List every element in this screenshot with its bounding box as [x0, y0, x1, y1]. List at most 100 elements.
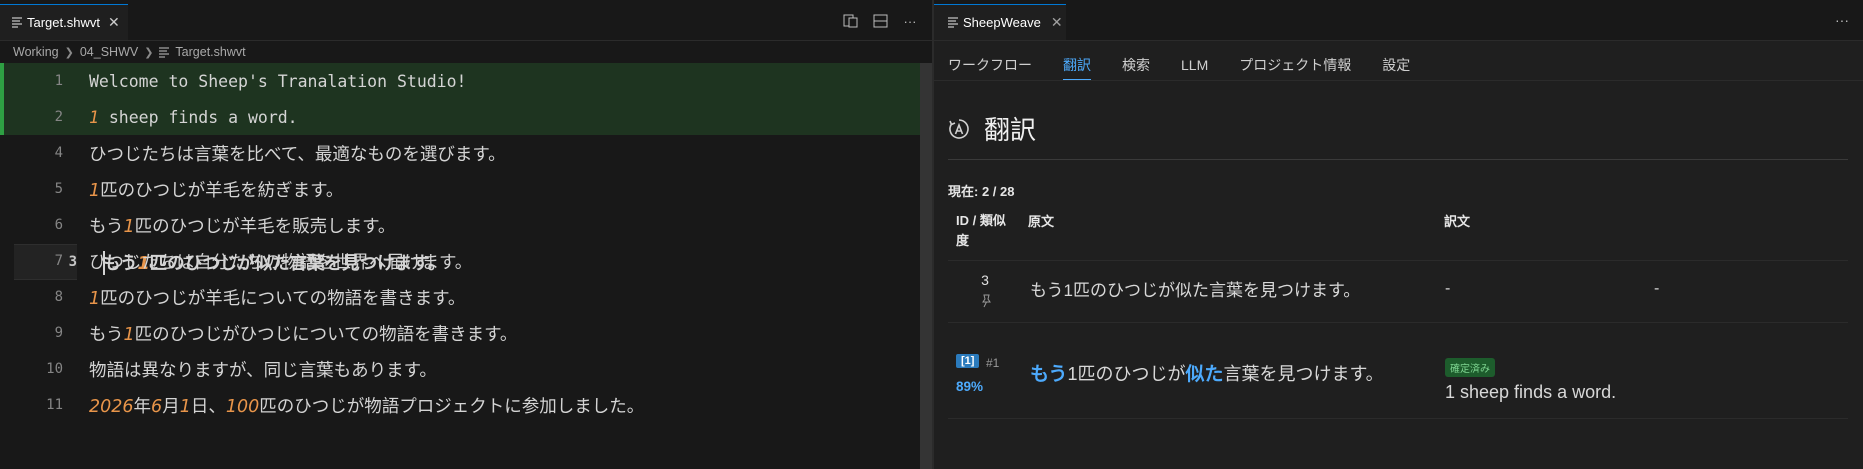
nav-divider	[934, 80, 1863, 81]
line-text: もう1匹のひつじがひつじについての物語を書きます。	[89, 321, 517, 346]
column-header-target: 訳文	[1444, 214, 1471, 229]
close-icon[interactable]: ✕	[1051, 14, 1063, 31]
match-target[interactable]: 1 sheep finds a word.	[1445, 382, 1616, 403]
panel-tab-bar: SheepWeave ✕ ···	[934, 0, 1863, 41]
number-token: 6	[151, 396, 163, 417]
translate-icon	[949, 118, 969, 139]
tab-4[interactable]: プロジェクト情報	[1239, 48, 1351, 81]
line-number: 10	[46, 361, 63, 377]
diff-highlight: もう	[1030, 364, 1068, 385]
code-line[interactable]: 7 ひつじたちは自分たちの物語を世界へ届けます。	[0, 243, 920, 279]
text-token: 日、	[190, 396, 226, 417]
code-line[interactable]: 9 もう1匹のひつじがひつじについての物語を書きます。	[0, 315, 920, 351]
similarity-score: 89%	[956, 379, 984, 394]
file-icon	[948, 17, 958, 28]
scrollbar-thumb[interactable]	[920, 63, 932, 469]
gutter-change-marker	[0, 135, 4, 171]
tab-2[interactable]: 検索	[1122, 48, 1150, 81]
gutter-change-marker	[0, 207, 4, 243]
chevron-right-icon: ❯	[64, 46, 74, 59]
tab-1[interactable]: 翻訳	[1063, 48, 1091, 81]
close-icon[interactable]: ✕	[108, 14, 120, 31]
line-number: 6	[54, 217, 63, 233]
text-token: 匹のひつじが物語プロジェクトに参加しました。	[259, 396, 645, 417]
gutter-change-marker	[0, 351, 4, 387]
diff-highlight: 似た	[1185, 364, 1224, 385]
code-line[interactable]: 2 1 sheep finds a word.	[0, 99, 920, 135]
match-badge[interactable]: [1]	[956, 354, 980, 368]
breadcrumb-item-working[interactable]: Working	[13, 45, 59, 59]
code-line[interactable]: 5 1匹のひつじが羊毛を紡ぎます。	[0, 171, 920, 207]
text-token: もう	[89, 216, 124, 237]
segment-target: -	[1445, 280, 1451, 297]
sheepweave-panel: SheepWeave ✕ ··· ワークフロー 翻訳 検索 LLM プロジェクト情報 設定…	[934, 0, 1863, 469]
breadcrumb: Working ❯ 04_SHWV ❯ Target.shwvt	[13, 43, 246, 61]
pin-icon[interactable]	[980, 294, 992, 308]
split-editor-icon[interactable]	[872, 14, 888, 28]
title-divider	[948, 159, 1848, 160]
code-line[interactable]: 6 もう1匹のひつじが羊毛を販売します。	[0, 207, 920, 243]
breadcrumb-item-folder[interactable]: 04_SHWV	[80, 45, 138, 59]
code-line[interactable]: 1 Welcome to Sheep's Tranalation Studio!	[0, 63, 920, 99]
line-number: 1	[54, 73, 63, 89]
match-source: もう1匹のひつじが似た言葉を見つけます。	[1030, 359, 1384, 386]
number-token: 2026	[89, 396, 134, 417]
number-token: 1	[89, 107, 99, 127]
code-line[interactable]: 11 2026年6月1日、100匹のひつじが物語プロジェクトに参加しました。	[0, 387, 920, 423]
editor-tab-label: Target.shwvt	[27, 15, 100, 30]
tab-3[interactable]: LLM	[1181, 48, 1208, 81]
text-token: ひつじたちは自分たちの物語を世界へ届けます。	[89, 252, 473, 273]
panel-tab-sheepweave[interactable]: SheepWeave ✕	[934, 4, 1066, 40]
tab-0[interactable]: ワークフロー	[948, 48, 1032, 81]
line-number: 11	[46, 397, 63, 413]
text-token: 匹のひつじが羊毛を販売します。	[134, 216, 396, 237]
panel-tab-label: SheepWeave	[963, 15, 1041, 30]
gutter-change-marker	[0, 243, 4, 279]
code-area[interactable]: 1 Welcome to Sheep's Tranalation Studio! 2…	[0, 63, 920, 423]
chevron-right-icon: ❯	[144, 46, 154, 59]
row-divider	[948, 322, 1848, 323]
line-number: 7	[54, 253, 63, 269]
row-divider	[948, 260, 1848, 261]
text-token: もう	[89, 324, 124, 345]
line-text: Welcome to Sheep's Tranalation Studio!	[89, 72, 467, 91]
code-line[interactable]: 4 ひつじたちは言葉を比べて、最適なものを選びます。	[0, 135, 920, 171]
line-text: ひつじたちは自分たちの物語を世界へ届けます。	[89, 249, 472, 274]
line-text: 1匹のひつじが羊毛を紡ぎます。	[89, 177, 343, 202]
page-title: 翻訳	[984, 115, 1037, 145]
status-badge: 確定済み	[1445, 358, 1495, 377]
line-text: 1 sheep finds a word.	[89, 108, 298, 127]
code-line[interactable]: 10 物語は異なりますが、同じ言葉もあります。	[0, 351, 920, 387]
more-icon[interactable]: ···	[1835, 12, 1849, 28]
more-icon[interactable]: ···	[902, 14, 918, 29]
match-text: 1匹のひつじが	[1067, 364, 1186, 384]
text-token: ひつじたちは言葉を比べて、最適なものを選びます。	[89, 144, 506, 165]
text-token: 匹のひつじがひつじについての物語を書きます。	[134, 324, 518, 345]
gutter-change-marker	[0, 63, 4, 99]
number-token: 1	[89, 288, 101, 309]
open-changes-icon[interactable]	[842, 14, 858, 28]
gutter-change-marker	[0, 171, 4, 207]
file-icon	[159, 46, 170, 58]
gutter-change-marker	[0, 315, 4, 351]
text-token: 匹のひつじが羊毛を紡ぎます。	[100, 180, 344, 201]
section-header: 翻訳	[948, 110, 1036, 147]
breadcrumb-item-file[interactable]: Target.shwvt	[175, 45, 245, 59]
column-header-id: ID / 類似度	[956, 213, 1006, 248]
code-line[interactable]: 8 1匹のひつじが羊毛についての物語を書きます。	[0, 279, 920, 315]
editor-tab-target[interactable]: Target.shwvt ✕	[0, 4, 128, 40]
line-number: 4	[54, 145, 63, 161]
number-token: 1	[89, 180, 101, 201]
tab-5[interactable]: 設定	[1382, 48, 1410, 81]
number-token: 100	[225, 396, 260, 417]
line-number: 5	[54, 181, 63, 197]
line-text: もう1匹のひつじが羊毛を販売します。	[89, 213, 395, 238]
match-index: #1	[986, 356, 1000, 370]
segment-source: もう1匹のひつじが似た言葉を見つけます。	[1030, 281, 1361, 300]
text-token: 匹のひつじが羊毛についての物語を書きます。	[100, 288, 466, 309]
editor-actions: ···	[842, 14, 918, 29]
editor-scrollbar[interactable]	[920, 63, 932, 469]
row-divider	[948, 418, 1848, 419]
nav-tabs: ワークフロー 翻訳 検索 LLM プロジェクト情報 設定	[948, 48, 1441, 81]
line-text: ひつじたちは言葉を比べて、最適なものを選びます。	[89, 141, 506, 166]
